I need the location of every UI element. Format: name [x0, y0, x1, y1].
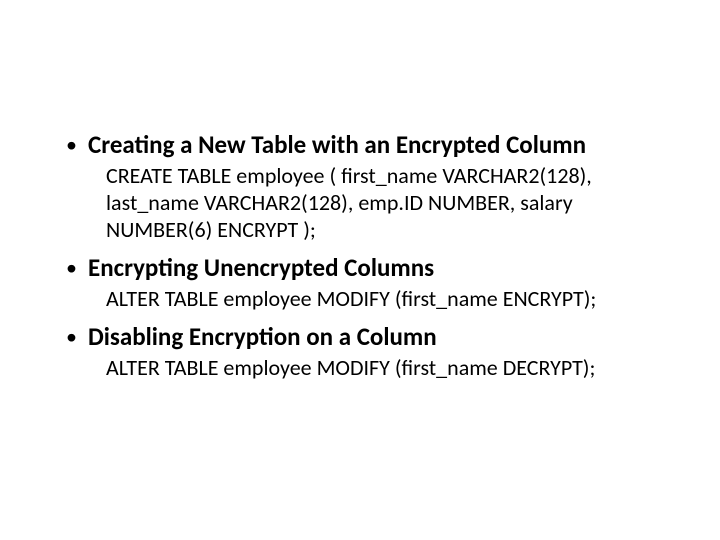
list-item: Encrypting Unencrypted Columns ALTER TAB… — [60, 253, 660, 312]
list-item: Disabling Encryption on a Column ALTER T… — [60, 322, 660, 381]
bullet-heading: Creating a New Table with an Encrypted C… — [88, 130, 660, 160]
bullet-heading: Encrypting Unencrypted Columns — [88, 253, 660, 283]
bullet-heading: Disabling Encryption on a Column — [88, 322, 660, 352]
list-item: Creating a New Table with an Encrypted C… — [60, 130, 660, 243]
bullet-list-indented: Disabling Encryption on a Column ALTER T… — [60, 322, 660, 381]
bullet-list: Creating a New Table with an Encrypted C… — [60, 130, 660, 312]
bullet-code: ALTER TABLE employee MODIFY (first_name … — [88, 354, 660, 381]
bullet-code: CREATE TABLE employee ( first_name VARCH… — [88, 162, 660, 243]
bullet-code: ALTER TABLE employee MODIFY (first_name … — [88, 285, 660, 312]
slide-content: Creating a New Table with an Encrypted C… — [0, 0, 720, 540]
